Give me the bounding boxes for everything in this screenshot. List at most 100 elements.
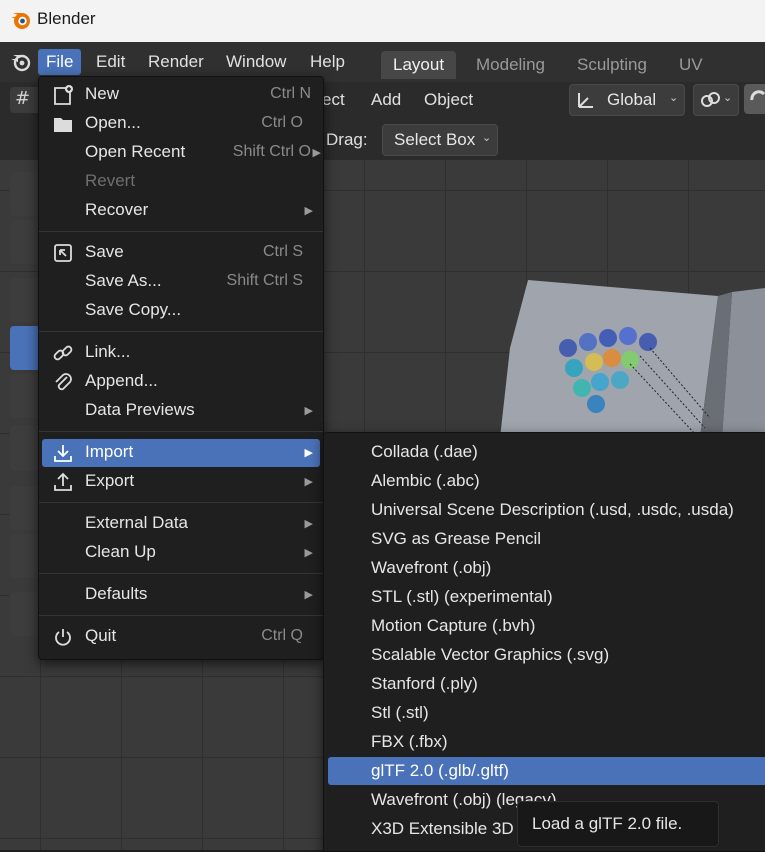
import-item-label: Scalable Vector Graphics (.svg) xyxy=(371,645,610,664)
revert-label: Revert xyxy=(85,171,136,190)
import-svg[interactable]: Scalable Vector Graphics (.svg) xyxy=(324,641,765,669)
tab-sculpting[interactable]: Sculpting xyxy=(565,51,659,79)
transform-orientation-dropdown[interactable]: Global ⌄ xyxy=(569,84,685,116)
file-menu-save-as[interactable]: Save As... Shift Ctrl S xyxy=(39,268,323,296)
import-icon xyxy=(54,445,72,462)
recover-label: Recover xyxy=(85,200,149,219)
file-menu-revert: Revert xyxy=(39,168,323,196)
drag-select-dropdown[interactable]: Select Box ⌄ xyxy=(382,124,498,156)
new-file-icon xyxy=(54,85,73,105)
tab-layout[interactable]: Layout xyxy=(381,51,457,79)
blender-logo-icon xyxy=(11,13,30,29)
save-as-shortcut: Shift Ctrl S xyxy=(226,272,303,289)
import-item-label: Wavefront (.obj) xyxy=(371,558,492,577)
new-shortcut: Ctrl N xyxy=(270,85,311,102)
export-label: Export xyxy=(85,471,135,490)
import-stanford-ply[interactable]: Stanford (.ply) xyxy=(324,670,765,698)
file-menu-external-data[interactable]: External Data ▶ xyxy=(39,510,323,538)
menu-divider xyxy=(39,231,323,232)
grid-icon: # xyxy=(15,88,31,109)
tab-modeling[interactable]: Modeling xyxy=(464,51,557,79)
menu-render[interactable]: Render xyxy=(140,49,212,75)
paperclip-icon xyxy=(55,373,72,391)
file-menu-open-recent[interactable]: Open Recent Shift Ctrl O ▶ xyxy=(39,139,323,167)
import-usd[interactable]: Universal Scene Description (.usd, .usdc… xyxy=(324,496,765,524)
menu-help[interactable]: Help xyxy=(302,49,353,75)
save-icon xyxy=(54,244,72,262)
import-stl[interactable]: Stl (.stl) xyxy=(324,699,765,727)
import-item-label: Collada (.dae) xyxy=(371,442,478,461)
import-stl-experimental[interactable]: STL (.stl) (experimental) xyxy=(324,583,765,611)
link-icon xyxy=(53,345,73,361)
menu-file[interactable]: File xyxy=(38,49,82,75)
export-icon xyxy=(54,472,72,491)
import-motion-capture[interactable]: Motion Capture (.bvh) xyxy=(324,612,765,640)
file-menu-clean-up[interactable]: Clean Up ▶ xyxy=(39,539,323,567)
import-item-label: STL (.stl) (experimental) xyxy=(371,587,553,606)
drag-label: Drag: xyxy=(326,130,368,149)
menu-divider xyxy=(39,502,323,503)
file-menu-defaults[interactable]: Defaults ▶ xyxy=(39,581,323,609)
import-collada[interactable]: Collada (.dae) xyxy=(324,438,765,466)
import-item-label: FBX (.fbx) xyxy=(371,732,448,751)
link-label: Link... xyxy=(85,342,131,361)
menu-window[interactable]: Window xyxy=(218,49,294,75)
import-item-label: X3D Extensible 3D ( xyxy=(371,819,525,838)
menu-divider xyxy=(39,573,323,574)
folder-icon xyxy=(54,118,72,132)
file-menu-export[interactable]: Export ▶ xyxy=(39,468,323,496)
chevron-down-icon: ⌄ xyxy=(482,132,492,144)
save-copy-label: Save Copy... xyxy=(85,300,182,319)
scene-mesh-preview xyxy=(500,280,765,438)
open-recent-label: Open Recent xyxy=(85,142,186,161)
external-data-label: External Data xyxy=(85,513,188,532)
tooltip-text: Load a glTF 2.0 file. xyxy=(532,814,683,833)
add-menu[interactable]: Add xyxy=(371,90,401,110)
select-menu[interactable]: ect xyxy=(322,90,345,110)
defaults-label: Defaults xyxy=(85,584,148,603)
submenu-arrow-icon: ▶ xyxy=(304,404,313,417)
window-title-bar: Blender xyxy=(0,0,765,42)
menu-divider xyxy=(39,431,323,432)
new-label: New xyxy=(85,84,120,103)
import-alembic[interactable]: Alembic (.abc) xyxy=(324,467,765,495)
data-previews-label: Data Previews xyxy=(85,400,195,419)
import-wavefront[interactable]: Wavefront (.obj) xyxy=(324,554,765,582)
file-menu-import[interactable]: Import ▶ xyxy=(42,439,320,467)
tab-uv-editing[interactable]: UV Editing xyxy=(667,51,765,102)
file-menu-data-previews[interactable]: Data Previews ▶ xyxy=(39,397,323,425)
file-menu-open[interactable]: Open... Ctrl O xyxy=(39,110,323,138)
file-menu-append[interactable]: Append... xyxy=(39,368,323,396)
import-item-label: Motion Capture (.bvh) xyxy=(371,616,536,635)
import-gltf[interactable]: glTF 2.0 (.glb/.gltf) xyxy=(328,757,765,785)
import-submenu: Collada (.dae) Alembic (.abc) Universal … xyxy=(323,432,765,852)
snap-toggle[interactable] xyxy=(744,84,765,114)
import-item-label: Universal Scene Description (.usd, .usdc… xyxy=(371,500,734,519)
open-shortcut: Ctrl O xyxy=(261,114,303,131)
file-menu-recover[interactable]: Recover ▶ xyxy=(39,197,323,225)
save-shortcut: Ctrl S xyxy=(263,243,303,260)
power-icon xyxy=(55,629,71,646)
import-fbx[interactable]: FBX (.fbx) xyxy=(324,728,765,756)
chevron-down-icon: ⌄ xyxy=(669,92,679,104)
submenu-arrow-icon: ▶ xyxy=(304,588,313,601)
file-menu-save-copy[interactable]: Save Copy... xyxy=(39,297,323,325)
file-menu-new[interactable]: New Ctrl N xyxy=(39,81,323,109)
submenu-arrow-icon: ▶ xyxy=(304,517,313,530)
open-recent-shortcut: Shift Ctrl O xyxy=(232,143,311,160)
submenu-arrow-icon: ▶ xyxy=(304,446,313,459)
object-menu[interactable]: Object xyxy=(424,90,473,110)
file-menu-save[interactable]: Save Ctrl S xyxy=(39,239,323,267)
file-menu-link[interactable]: Link... xyxy=(39,339,323,367)
import-svg-grease-pencil[interactable]: SVG as Grease Pencil xyxy=(324,525,765,553)
import-item-label: SVG as Grease Pencil xyxy=(371,529,542,548)
import-item-label: Stanford (.ply) xyxy=(371,674,478,693)
pivot-point-dropdown[interactable]: ⌄ xyxy=(693,84,739,116)
import-item-label: glTF 2.0 (.glb/.gltf) xyxy=(371,761,509,780)
blender-menu-icon[interactable] xyxy=(9,51,33,73)
clean-up-label: Clean Up xyxy=(85,542,156,561)
submenu-arrow-icon: ▶ xyxy=(312,146,321,159)
file-menu: New Ctrl N Open... Ctrl O Open Recent Sh… xyxy=(38,76,324,660)
menu-edit[interactable]: Edit xyxy=(88,49,133,75)
file-menu-quit[interactable]: Quit Ctrl Q xyxy=(39,623,323,651)
